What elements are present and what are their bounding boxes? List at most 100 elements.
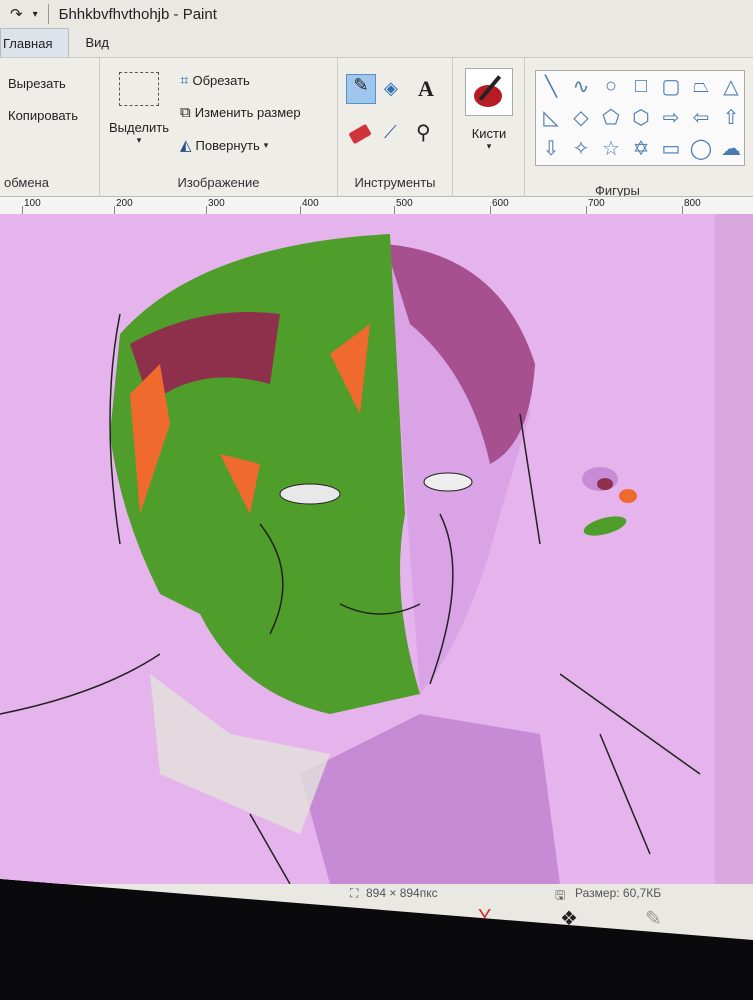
resize-label: Изменить размер xyxy=(194,105,301,120)
ruler-tick-label: 400 xyxy=(302,198,319,209)
window-title: Бhhkbvfhvthohjb - Paint xyxy=(58,5,217,23)
select-label: Выделить xyxy=(109,120,169,135)
hexagon-shape-icon[interactable]: ⬡ xyxy=(632,105,649,130)
ruler-tick xyxy=(394,206,395,214)
paint-app-icon[interactable]: ✎ xyxy=(645,906,662,931)
store-icon[interactable]: ▣ xyxy=(310,906,329,931)
ribbon-tabs: Главная Вид xyxy=(0,28,753,58)
ruler-tick-label: 500 xyxy=(396,198,413,209)
down-arrow-shape-icon[interactable]: ⇩ xyxy=(543,136,560,161)
status-bar: ⛶ 894 × 894пкс 🖫 Размер: 60,7КБ xyxy=(0,882,753,904)
tab-view[interactable]: Вид xyxy=(69,28,125,57)
rounded-rectangle-shape-icon[interactable]: ▢ xyxy=(662,74,681,99)
crop-button[interactable]: ⌗ Обрезать xyxy=(180,72,250,89)
diamond-shape-icon[interactable]: ◇ xyxy=(573,105,588,130)
crop-icon: ⌗ xyxy=(180,72,189,89)
up-arrow-shape-icon[interactable]: ⇧ xyxy=(723,105,740,130)
ruler-tick xyxy=(206,206,207,214)
curve-shape-icon[interactable]: ∿ xyxy=(573,74,590,99)
ruler-tick xyxy=(22,206,23,214)
brushes-button[interactable]: Кисти ▾ xyxy=(461,68,517,152)
yandex-browser-icon[interactable]: Y xyxy=(478,906,491,929)
ruler-tick-label: 700 xyxy=(588,198,605,209)
canvas-area[interactable] xyxy=(0,214,753,884)
rectangle-shape-icon[interactable]: □ xyxy=(635,75,647,98)
rotate-label: Повернуть xyxy=(195,137,260,153)
pentagon-shape-icon[interactable]: ⬠ xyxy=(602,105,619,130)
brushes-group: Кисти ▾ xyxy=(453,58,525,196)
redo-icon[interactable]: ↷ xyxy=(10,5,23,23)
rotate-icon: ◭ xyxy=(180,137,192,154)
image-group: Выделить ▾ ⌗ Обрезать ⧉ Изменить размер ◭ П… xyxy=(100,58,338,196)
left-eye xyxy=(279,483,341,505)
edge-icon[interactable]: ◉ xyxy=(150,906,167,931)
brush-icon xyxy=(465,68,513,116)
resize-icon: ⧉ xyxy=(180,104,191,121)
ruler-tick xyxy=(682,206,683,214)
ruler-tick xyxy=(114,206,115,214)
copy-button[interactable]: Копировать xyxy=(8,108,78,123)
chevron-down-icon: ▾ xyxy=(263,139,269,150)
dropbox-icon[interactable]: ❖ xyxy=(560,906,578,931)
ruler-tick-label: 600 xyxy=(492,198,509,209)
triangle-shape-icon[interactable]: △ xyxy=(723,74,738,99)
taskbar: ⚲ ⧠ ◉ ▰ ▣ ✉ Y ❖ ✎ xyxy=(0,902,753,940)
task-view-icon[interactable]: ⧠ xyxy=(82,906,98,929)
callout-oval-shape-icon[interactable]: ◯ xyxy=(690,136,712,161)
select-icon xyxy=(119,72,159,106)
resize-button[interactable]: ⧉ Изменить размер xyxy=(180,104,301,121)
pencil-tool[interactable]: ✎ xyxy=(346,74,376,104)
tab-home[interactable]: Главная xyxy=(0,28,70,57)
ruler-tick-label: 100 xyxy=(24,198,41,209)
six-point-star-shape-icon[interactable]: ✡ xyxy=(633,136,650,161)
text-tool[interactable]: A xyxy=(418,76,434,102)
polygon-shape-icon[interactable]: ⏢ xyxy=(693,75,709,98)
divider xyxy=(47,4,49,24)
ruler-tick xyxy=(490,206,491,214)
paint-window: ↷ ▾ Бhhkbvfhvthohjb - Paint Главная Вид … xyxy=(0,0,753,940)
oval-shape-icon[interactable]: ○ xyxy=(605,75,617,98)
cut-button[interactable]: Вырезать xyxy=(8,76,66,91)
tools-group-label: Инструменты xyxy=(354,175,436,190)
brushes-label: Кисти xyxy=(471,126,507,141)
ruler-tick-label: 200 xyxy=(116,198,133,209)
left-arrow-shape-icon[interactable]: ⇦ xyxy=(693,105,710,130)
ruler-tick-label: 300 xyxy=(208,198,225,209)
cut-label: Вырезать xyxy=(8,76,66,91)
clipboard-group: Вырезать Копировать обмена xyxy=(0,58,100,196)
rotate-button[interactable]: ◭ Повернуть ▾ xyxy=(180,136,268,154)
canvas-size-icon: ⛶ xyxy=(350,886,359,900)
chevron-down-icon: ▾ xyxy=(136,135,142,145)
five-point-star-shape-icon[interactable]: ☆ xyxy=(602,136,620,161)
eraser-tool[interactable] xyxy=(348,123,372,145)
four-point-star-shape-icon[interactable]: ✧ xyxy=(573,136,590,161)
file-size: Размер: 60,7КБ xyxy=(575,886,662,900)
search-icon[interactable]: ⚲ xyxy=(26,906,41,931)
fill-tool[interactable]: ◈ xyxy=(384,78,398,99)
callout-cloud-shape-icon[interactable]: ☁ xyxy=(721,136,741,161)
chevron-down-icon: ▾ xyxy=(486,141,492,151)
magnifier-tool[interactable]: ⚲ xyxy=(416,120,431,145)
image-group-label: Изображение xyxy=(177,175,260,190)
ribbon: Вырезать Копировать обмена Выделить ▾ ⌗ О… xyxy=(0,58,753,198)
callout-rect-shape-icon[interactable]: ▭ xyxy=(662,136,681,161)
tools-group: ✎ ◈ A ⟋ ⚲ Инструменты xyxy=(338,58,453,196)
drawing-canvas[interactable] xyxy=(0,214,715,884)
crop-label: Обрезать xyxy=(192,73,250,88)
palette-swatch-orange xyxy=(619,489,637,503)
palette-swatch-dark xyxy=(597,478,613,490)
right-arrow-shape-icon[interactable]: ⇨ xyxy=(663,105,680,130)
right-triangle-shape-icon[interactable]: ◺ xyxy=(543,105,558,130)
select-button[interactable]: Выделить ▾ xyxy=(106,72,172,146)
file-explorer-icon[interactable]: ▰ xyxy=(232,906,247,931)
ruler-tick xyxy=(300,206,301,214)
ruler-tick-label: 800 xyxy=(684,198,701,209)
quick-access-dropdown-icon[interactable]: ▾ xyxy=(33,9,38,20)
line-shape-icon[interactable]: ╲ xyxy=(545,74,557,99)
copy-label: Копировать xyxy=(8,108,78,123)
color-picker-tool[interactable]: ⟋ xyxy=(384,122,397,143)
mail-icon[interactable]: ✉ xyxy=(392,906,409,931)
right-eye xyxy=(423,472,473,492)
shapes-gallery: ╲ ∿ ○ □ ▢ ⏢ △ ◺ ◇ ⬠ ⬡ ⇨ ⇦ ⇧ ⇩ ✧ ☆ ✡ ▭ ◯ ☁ xyxy=(535,70,745,166)
title-bar: ↷ ▾ Бhhkbvfhvthohjb - Paint xyxy=(0,0,753,28)
